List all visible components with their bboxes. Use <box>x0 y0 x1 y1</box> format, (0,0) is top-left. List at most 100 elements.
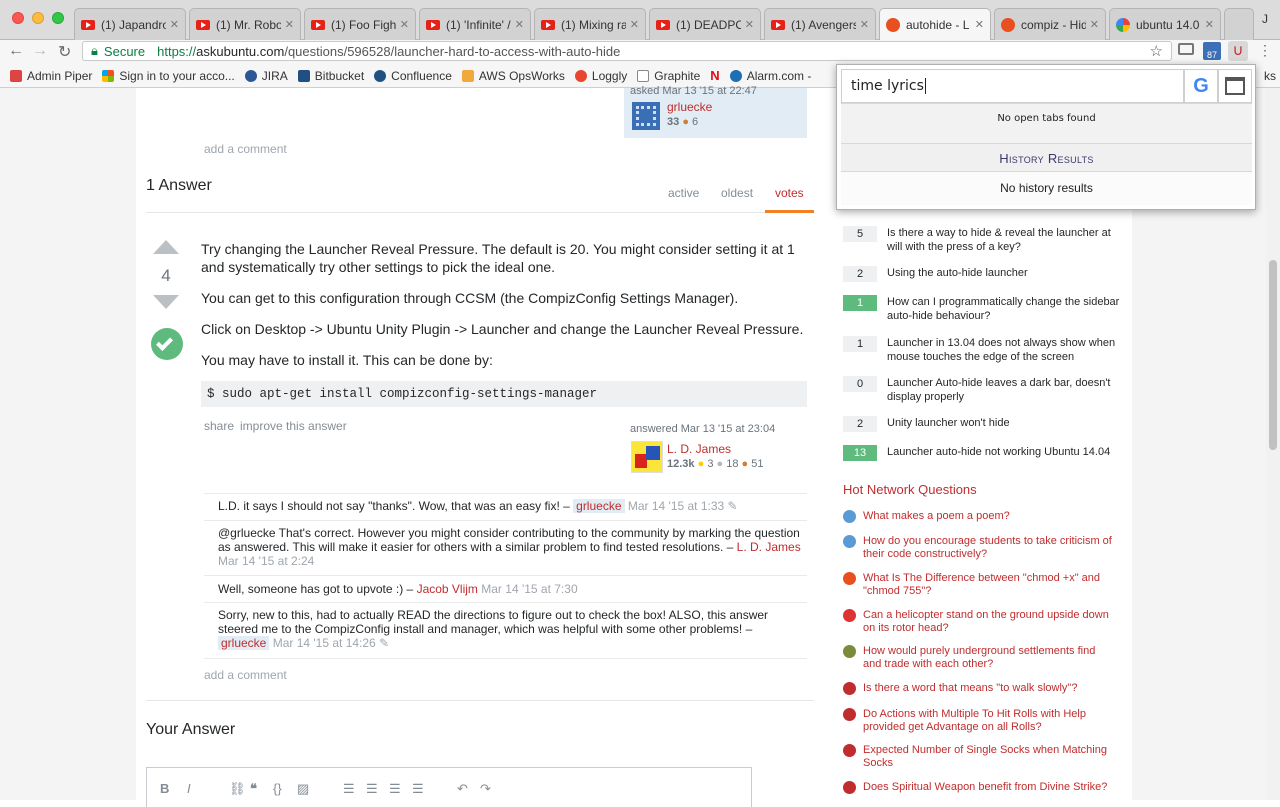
forward-arrow-icon[interactable]: → <box>32 42 48 60</box>
site-icon <box>843 781 856 794</box>
close-tab-icon[interactable]: ✕ <box>630 18 639 31</box>
question-link[interactable]: Launcher Auto-hide leaves a dark bar, do… <box>887 376 1123 404</box>
answer-paragraph: Click on Desktop -> Ubuntu Unity Plugin … <box>201 321 804 337</box>
question-link[interactable]: How can I programmatically change the si… <box>887 295 1123 323</box>
avatar[interactable] <box>631 441 663 473</box>
minimize-window-button[interactable] <box>32 12 44 24</box>
bold-icon[interactable]: B <box>160 781 169 796</box>
history-results-section: No history results <box>841 171 1252 205</box>
downvote-button[interactable] <box>153 295 179 309</box>
bulleted-list-icon[interactable]: ☰ <box>366 781 378 797</box>
redo-icon[interactable]: ↷ <box>480 781 491 797</box>
tab-list-button[interactable] <box>1218 69 1252 103</box>
browser-tab[interactable]: (1) Foo Fight ✕ <box>304 8 416 40</box>
image-icon[interactable]: ▨ <box>297 781 309 797</box>
pencil-icon[interactable]: ✎ <box>728 499 738 513</box>
bookmark-loggly[interactable]: Loggly <box>574 69 627 83</box>
blockquote-icon[interactable]: ❝ <box>250 781 257 797</box>
profile-initial[interactable]: J <box>1262 12 1268 26</box>
back-arrow-icon[interactable]: ← <box>8 42 24 60</box>
upvote-button[interactable] <box>153 240 179 254</box>
code-icon[interactable]: {} <box>273 781 282 796</box>
browser-tab[interactable]: (1) Avengers ✕ <box>764 8 876 40</box>
loggly-icon <box>574 69 587 82</box>
close-tab-icon[interactable]: ✕ <box>515 18 524 31</box>
list-icon <box>1225 77 1245 95</box>
horizontal-rule-icon[interactable]: ☰ <box>412 781 424 797</box>
browser-tab[interactable]: (1) DEADPO ✕ <box>649 8 761 40</box>
cast-icon[interactable] <box>1178 43 1194 55</box>
bookmark-star-icon[interactable]: ☆ <box>1150 42 1163 60</box>
close-tab-icon[interactable]: ✕ <box>975 18 984 31</box>
user-link[interactable]: grluecke <box>218 636 270 650</box>
magnet-extension-icon[interactable]: ∪ <box>1228 41 1248 61</box>
bookmark-sign-in[interactable]: Sign in to your acco... <box>102 69 235 83</box>
bookmark-bitbucket[interactable]: Bitbucket <box>297 69 364 83</box>
scrollbar-thumb[interactable] <box>1269 260 1277 450</box>
question-link[interactable]: Launcher auto-hide not working Ubuntu 14… <box>887 445 1123 459</box>
close-tab-icon[interactable]: ✕ <box>745 18 754 31</box>
tab-active[interactable]: active <box>668 186 699 200</box>
reload-icon[interactable]: ↻ <box>58 42 71 62</box>
bookmark-alarm[interactable]: Alarm.com - <box>729 69 811 83</box>
close-tab-icon[interactable]: ✕ <box>285 18 294 31</box>
menu-dots-icon[interactable]: ⋮ <box>1258 42 1272 59</box>
add-comment-link[interactable]: add a comment <box>204 142 287 156</box>
add-comment-link[interactable]: add a comment <box>204 668 287 682</box>
user-link[interactable]: Jacob Vlijm <box>417 582 478 596</box>
numbered-list-icon[interactable]: ☰ <box>343 781 355 797</box>
browser-tab[interactable]: (1) Mixing ra ✕ <box>534 8 646 40</box>
avatar[interactable] <box>630 100 662 132</box>
comment-divider <box>204 493 807 494</box>
improve-answer-link[interactable]: improve this answer <box>240 419 347 433</box>
close-tab-icon[interactable]: ✕ <box>1205 18 1214 31</box>
close-tab-icon[interactable]: ✕ <box>860 18 869 31</box>
google-search-button[interactable]: G <box>1184 69 1218 103</box>
youtube-icon <box>311 19 325 30</box>
bookmark-aws-opsworks[interactable]: AWS OpsWorks <box>461 69 565 83</box>
share-link[interactable]: share <box>204 419 234 433</box>
link-icon[interactable]: ⛓ <box>229 781 246 797</box>
browser-tab[interactable]: ubuntu 14.0 ✕ <box>1109 8 1221 40</box>
search-input[interactable]: time lyrics <box>841 69 1184 103</box>
question-link[interactable]: Is there a way to hide & reveal the laun… <box>887 226 1123 254</box>
tab-votes[interactable]: votes <box>775 186 804 200</box>
heading-icon[interactable]: ☰ <box>389 781 401 797</box>
page-scrollbar[interactable] <box>1266 88 1280 800</box>
site-icon <box>843 645 856 658</box>
comment-date: Mar 14 '15 at 2:24 <box>218 554 315 568</box>
question-link[interactable]: Launcher in 13.04 does not always show w… <box>887 336 1123 364</box>
undo-icon[interactable]: ↶ <box>457 781 468 797</box>
italic-icon[interactable]: I <box>187 781 191 796</box>
close-window-button[interactable] <box>12 12 24 24</box>
bookmark-netflix[interactable]: N <box>710 68 719 83</box>
bookmarks-overflow[interactable]: ks <box>1264 69 1276 83</box>
hot-network-header[interactable]: Hot Network Questions <box>843 482 977 497</box>
user-link[interactable]: grluecke <box>667 100 712 114</box>
maximize-window-button[interactable] <box>52 12 64 24</box>
bookmark-jira[interactable]: JIRA <box>244 69 288 83</box>
tab-oldest[interactable]: oldest <box>721 186 753 200</box>
bookmark-admin-piper[interactable]: Admin Piper <box>10 69 92 83</box>
user-link[interactable]: L. D. James <box>667 442 731 456</box>
browser-tab[interactable]: (1) Japandro ✕ <box>74 8 186 40</box>
comment-divider <box>204 658 807 659</box>
browser-tab[interactable]: (1) 'Infinite' / ✕ <box>419 8 531 40</box>
browser-tab-active[interactable]: autohide - L ✕ <box>879 8 991 40</box>
close-tab-icon[interactable]: ✕ <box>400 18 409 31</box>
close-tab-icon[interactable]: ✕ <box>170 18 179 31</box>
browser-tab[interactable]: compiz - Hid ✕ <box>994 8 1106 40</box>
extension-badge-icon[interactable]: 87 <box>1203 42 1221 60</box>
user-link[interactable]: L. D. James <box>737 540 801 554</box>
pencil-icon[interactable]: ✎ <box>379 636 389 650</box>
question-link[interactable]: Using the auto-hide launcher <box>887 266 1123 280</box>
address-bar[interactable]: 🔒︎ Secure https:// askubuntu.com /questi… <box>82 41 1172 61</box>
bookmark-confluence[interactable]: Confluence <box>374 69 452 83</box>
user-link[interactable]: grluecke <box>573 499 625 513</box>
new-tab-button[interactable] <box>1224 8 1254 40</box>
browser-tab[interactable]: (1) Mr. Robo ✕ <box>189 8 301 40</box>
close-tab-icon[interactable]: ✕ <box>1090 18 1099 31</box>
code-block: $ sudo apt-get install compizconfig-sett… <box>201 381 807 407</box>
question-link[interactable]: Unity launcher won't hide <box>887 416 1123 430</box>
bookmark-graphite[interactable]: Graphite <box>637 69 700 83</box>
